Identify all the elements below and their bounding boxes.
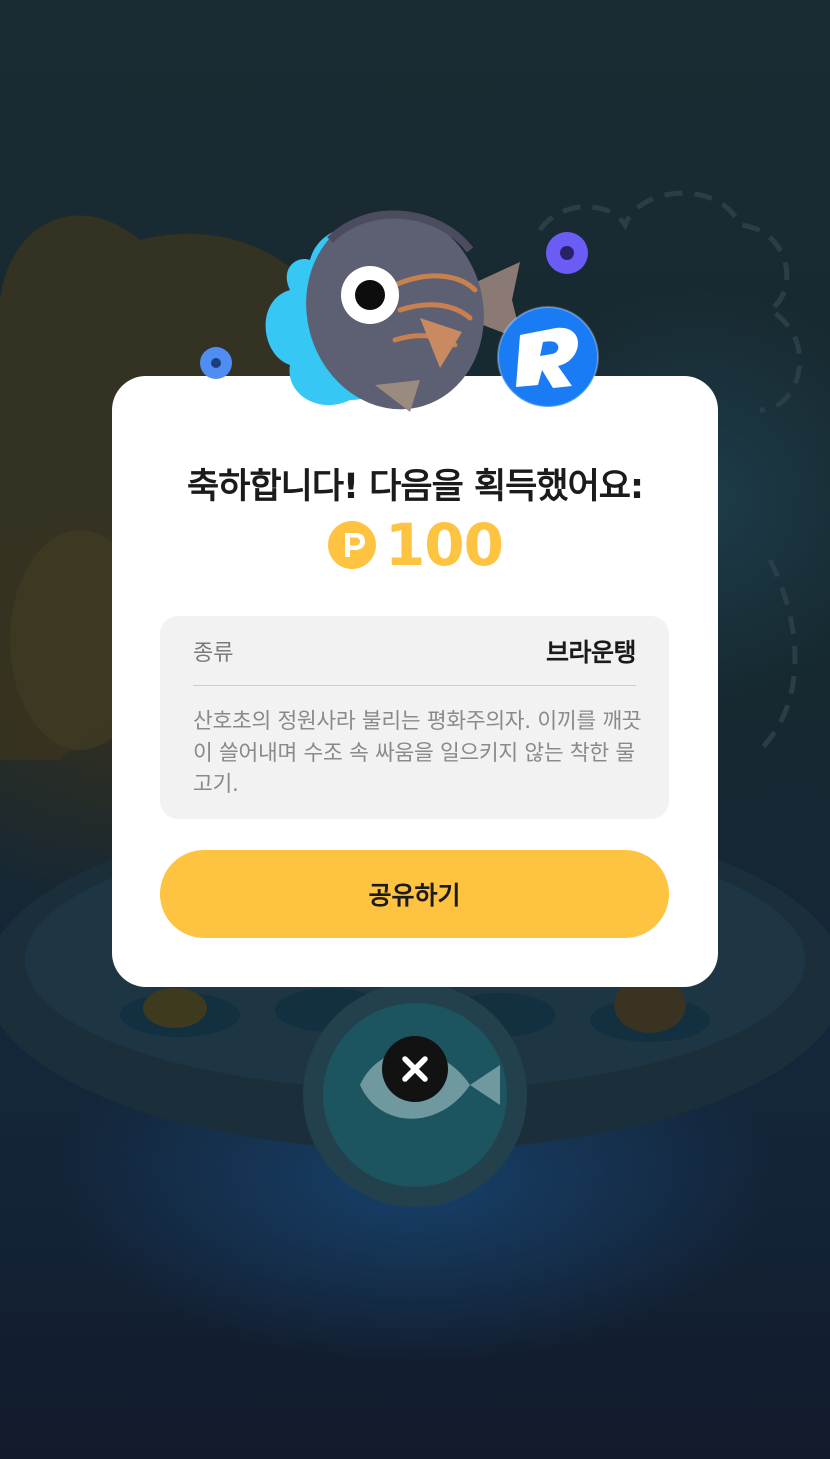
brand-r-badge-icon <box>497 306 599 408</box>
decoration-dot <box>200 347 232 379</box>
fish-info-box: 종류 브라운탱 산호초의 정원사라 불리는 평화주의자. 이끼를 깨끗이 쓸어내… <box>160 616 669 819</box>
fish-species-row: 종류 브라운탱 <box>193 616 637 686</box>
species-value: 브라운탱 <box>545 637 637 667</box>
close-button[interactable] <box>382 1036 448 1102</box>
species-label: 종류 <box>193 640 234 666</box>
reward-modal: 축하합니다! 다음을 획득했어요: 100 종류 브라운탱 산호초의 정원사라 … <box>112 376 718 987</box>
reward-amount: 100 <box>384 511 504 579</box>
close-icon <box>402 1056 428 1082</box>
reward-amount-row: 100 <box>112 516 718 574</box>
modal-title: 축하합니다! 다음을 획득했어요: <box>187 467 644 507</box>
share-button[interactable]: 공유하기 <box>160 850 669 938</box>
decoration-dot <box>546 232 588 274</box>
fish-description: 산호초의 정원사라 불리는 평화주의자. 이끼를 깨끗이 쓸어내며 수조 속 싸… <box>193 709 642 797</box>
point-coin-icon <box>327 521 376 569</box>
